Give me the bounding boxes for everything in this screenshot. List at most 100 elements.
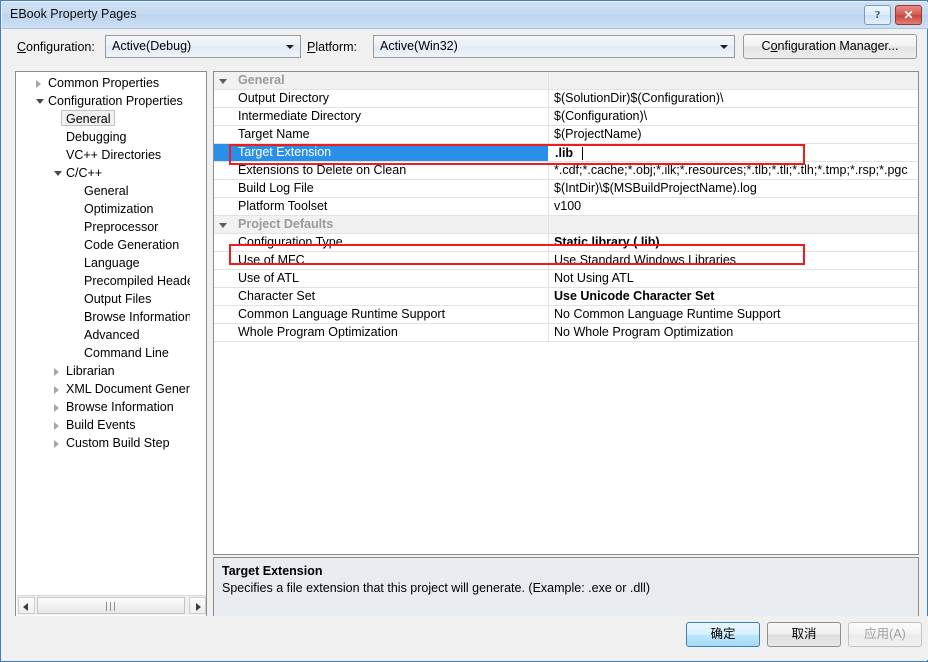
target-extension-input[interactable]: .lib xyxy=(549,144,918,161)
property-name: Extensions to Delete on Clean xyxy=(238,162,406,179)
grid-section-label: Project Defaults xyxy=(238,216,333,233)
property-tree: Common PropertiesConfiguration Propertie… xyxy=(16,74,190,594)
property-name: Intermediate Directory xyxy=(238,108,361,125)
tree-item-label: Optimization xyxy=(84,200,153,218)
tree-item-preprocessor[interactable]: Preprocessor xyxy=(16,218,190,236)
grid-row-common-language-runtime-support[interactable]: Common Language Runtime Support No Common… xyxy=(214,306,918,324)
platform-value: Active(Win32) xyxy=(380,39,458,53)
chevron-down-icon[interactable] xyxy=(219,79,227,84)
grid-row-character-set[interactable]: Character SetUse Unicode Character Set xyxy=(214,288,918,306)
tree-item-xml-document-generat[interactable]: XML Document Generat xyxy=(16,380,190,398)
scroll-right-arrow-icon[interactable] xyxy=(189,597,206,614)
tree-item-optimization[interactable]: Optimization xyxy=(16,200,190,218)
property-value: No Common Language Runtime Support xyxy=(554,306,781,323)
close-icon[interactable]: ✕ xyxy=(895,5,922,25)
configuration-bar: Configuration: Active(Debug) Platform: A… xyxy=(1,31,927,65)
tree-horizontal-scrollbar[interactable] xyxy=(17,595,207,615)
grid-section-header[interactable]: Project Defaults xyxy=(214,216,918,234)
tree-item-label: Advanced xyxy=(84,326,140,344)
tree-item-label: General xyxy=(84,182,128,200)
tree-item-label: Output Files xyxy=(84,290,151,308)
grid-row-build-log-file[interactable]: Build Log File $(IntDir)\$(MSBuildProject… xyxy=(214,180,918,198)
grid-row-target-name[interactable]: Target Name$(ProjectName) xyxy=(214,126,918,144)
chevron-right-icon[interactable] xyxy=(54,368,59,376)
tree-item-build-events[interactable]: Build Events xyxy=(16,416,190,434)
tree-item-c-c[interactable]: C/C++ xyxy=(16,164,190,182)
property-value: $(IntDir)\$(MSBuildProjectName).log xyxy=(554,180,757,197)
property-name: Common Language Runtime Support xyxy=(238,306,445,323)
tree-item-browse-information[interactable]: Browse Information xyxy=(16,308,190,326)
tree-item-vc-directories[interactable]: VC++ Directories xyxy=(16,146,190,164)
property-value: Not Using ATL xyxy=(554,270,634,287)
chevron-right-icon[interactable] xyxy=(54,404,59,412)
tree-item-output-files[interactable]: Output Files xyxy=(16,290,190,308)
column-splitter xyxy=(548,72,549,89)
tree-item-browse-information[interactable]: Browse Information xyxy=(16,398,190,416)
chevron-right-icon[interactable] xyxy=(54,422,59,430)
tree-item-common-properties[interactable]: Common Properties xyxy=(16,74,190,92)
tree-item-precompiled-header[interactable]: Precompiled Header xyxy=(16,272,190,290)
tree-item-language[interactable]: Language xyxy=(16,254,190,272)
dialog-footer: 确定 取消 应用(A) xyxy=(2,616,928,660)
title-bar: EBook Property Pages ? ✕ xyxy=(2,2,928,29)
tree-item-librarian[interactable]: Librarian xyxy=(16,362,190,380)
configuration-dropdown[interactable]: Active(Debug) xyxy=(105,35,301,58)
chevron-right-icon[interactable] xyxy=(54,386,59,394)
tree-item-custom-build-step[interactable]: Custom Build Step xyxy=(16,434,190,452)
scrollbar-thumb[interactable] xyxy=(37,597,185,614)
grid-row-use-of-mfc[interactable]: Use of MFCUse Standard Windows Libraries xyxy=(214,252,918,270)
scrollbar-grip-icon xyxy=(106,602,117,611)
property-grid: GeneralOutput Directory$(SolutionDir)$(C… xyxy=(213,71,919,555)
tree-item-label: Browse Information xyxy=(84,308,190,326)
property-name: Whole Program Optimization xyxy=(238,324,398,341)
column-splitter xyxy=(548,90,549,107)
tree-item-command-line[interactable]: Command Line xyxy=(16,344,190,362)
tree-item-label: Command Line xyxy=(84,344,169,362)
window-title: EBook Property Pages xyxy=(10,7,136,21)
tree-item-general[interactable]: General xyxy=(16,110,190,128)
ok-button[interactable]: 确定 xyxy=(686,622,760,647)
column-splitter xyxy=(548,198,549,215)
tree-item-code-generation[interactable]: Code Generation xyxy=(16,236,190,254)
tree-item-general[interactable]: General xyxy=(16,182,190,200)
help-icon[interactable]: ? xyxy=(864,5,891,25)
grid-row-use-of-atl[interactable]: Use of ATL Not Using ATL xyxy=(214,270,918,288)
chevron-down-icon[interactable] xyxy=(36,99,44,104)
property-name: Build Log File xyxy=(238,180,314,197)
chevron-right-icon[interactable] xyxy=(54,440,59,448)
grid-row-output-directory[interactable]: Output Directory$(SolutionDir)$(Configur… xyxy=(214,90,918,108)
text-caret xyxy=(582,147,583,160)
grid-row-platform-toolset[interactable]: Platform Toolsetv100 xyxy=(214,198,918,216)
chevron-right-icon[interactable] xyxy=(36,80,41,88)
chevron-down-icon[interactable] xyxy=(219,223,227,228)
column-splitter xyxy=(548,126,549,143)
tree-item-advanced[interactable]: Advanced xyxy=(16,326,190,344)
configuration-value: Active(Debug) xyxy=(112,39,191,53)
tree-item-label: Librarian xyxy=(66,362,115,380)
platform-dropdown[interactable]: Active(Win32) xyxy=(373,35,735,58)
column-splitter xyxy=(548,216,549,233)
grid-row-target-extension[interactable]: Target Extension .lib xyxy=(214,144,918,162)
tree-item-label: Build Events xyxy=(66,416,135,434)
grid-row-configuration-type[interactable]: Configuration TypeStatic library (.lib) xyxy=(214,234,918,252)
configuration-manager-button[interactable]: Configuration Manager... xyxy=(743,34,917,59)
target-extension-value: .lib xyxy=(555,145,573,162)
tree-item-label: Language xyxy=(84,254,140,272)
tree-item-configuration-properties[interactable]: Configuration Properties xyxy=(16,92,190,110)
cancel-button[interactable]: 取消 xyxy=(767,622,841,647)
property-name: Target Name xyxy=(238,126,310,143)
property-value: $(SolutionDir)$(Configuration)\ xyxy=(554,90,724,107)
scroll-left-arrow-icon[interactable] xyxy=(18,597,35,614)
grid-section-header[interactable]: General xyxy=(214,72,918,90)
grid-row-whole-program-optimization[interactable]: Whole Program OptimizationNo Whole Progr… xyxy=(214,324,918,342)
property-value: Use Standard Windows Libraries xyxy=(554,252,736,269)
chevron-down-icon[interactable] xyxy=(54,171,62,176)
property-name: Configuration Type xyxy=(238,234,343,251)
property-name: Target Extension xyxy=(214,144,548,161)
grid-row-extensions-to-delete-on-clean[interactable]: Extensions to Delete on Clean*.cdf;*.cac… xyxy=(214,162,918,180)
grid-row-intermediate-directory[interactable]: Intermediate Directory$(Configuration)\ xyxy=(214,108,918,126)
tree-item-debugging[interactable]: Debugging xyxy=(16,128,190,146)
configuration-label: Configuration: xyxy=(17,40,95,54)
property-name: Use of ATL xyxy=(238,270,299,287)
property-value: Use Unicode Character Set xyxy=(554,288,714,305)
